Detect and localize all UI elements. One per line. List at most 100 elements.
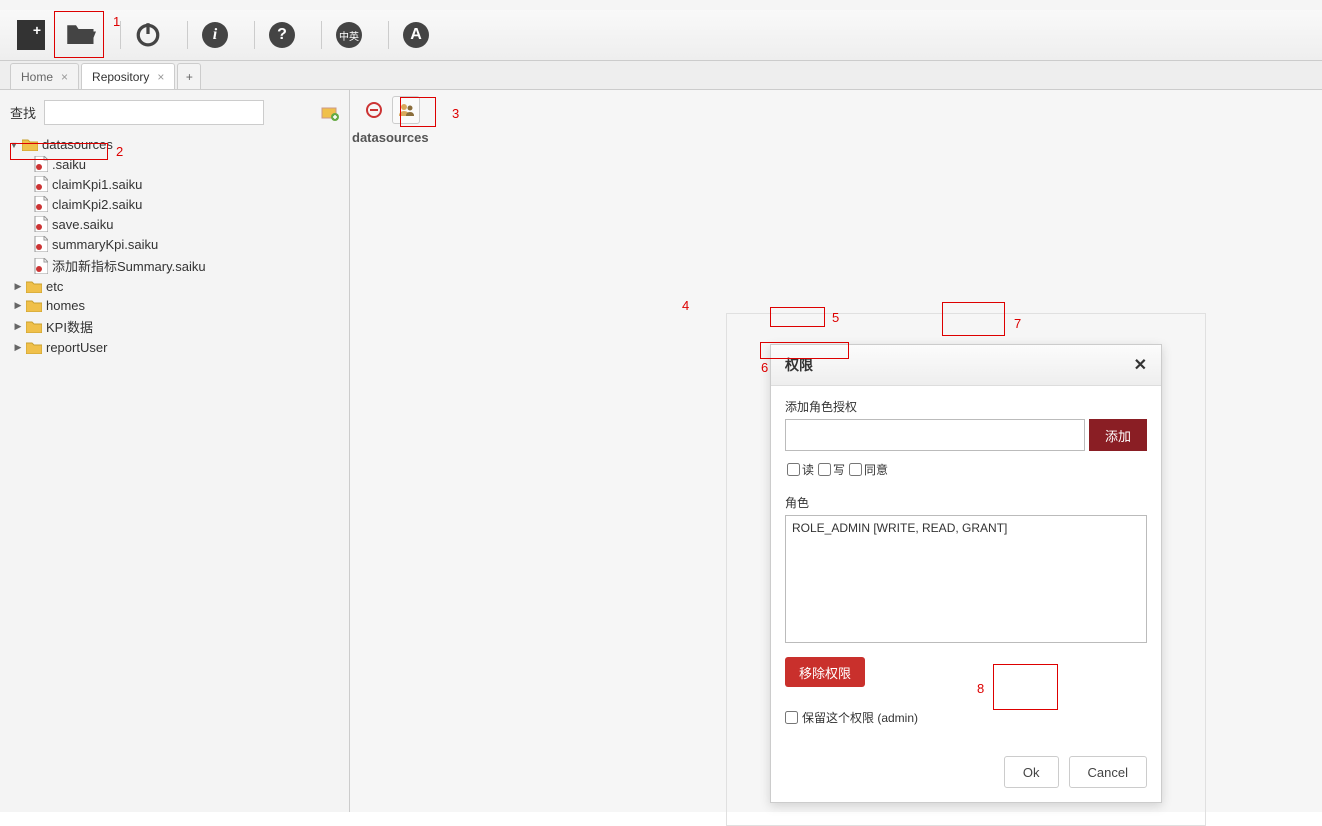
tree-label: reportUser	[46, 340, 107, 355]
role-input[interactable]	[785, 419, 1085, 451]
toolbar-separator	[120, 21, 121, 49]
tree-folder[interactable]: ▶ KPI数据	[4, 315, 345, 338]
language-button[interactable]: 中英	[330, 16, 368, 54]
file-icon	[34, 156, 48, 172]
open-folder-icon	[66, 21, 96, 50]
folder-refresh-icon	[321, 104, 339, 122]
power-icon	[135, 21, 161, 50]
chevron-right-icon: ▶	[12, 342, 24, 354]
language-icon: 中英	[336, 22, 362, 48]
permissions-icon	[397, 101, 415, 119]
dialog-footer: Ok Cancel	[771, 738, 1161, 802]
delete-icon	[365, 101, 383, 119]
admin-icon: A	[403, 22, 429, 48]
add-button[interactable]: 添加	[1089, 419, 1147, 451]
file-tree: ▼ datasources .saiku claimKpi1.saiku claim…	[0, 135, 349, 367]
plus-icon: +	[186, 70, 193, 84]
open-button[interactable]	[62, 16, 100, 54]
folder-icon	[26, 280, 42, 293]
add-role-row: 添加	[785, 419, 1147, 451]
file-icon	[34, 258, 48, 274]
close-icon[interactable]: ×	[61, 70, 68, 84]
keep-permission-label: 保留这个权限 (admin)	[802, 709, 918, 726]
add-tab-button[interactable]: +	[177, 63, 201, 89]
help-button[interactable]: ?	[263, 16, 301, 54]
dialog-title: 权限	[785, 355, 813, 375]
delete-button[interactable]	[360, 96, 388, 124]
tab-home[interactable]: Home ×	[10, 63, 79, 89]
write-checkbox-label[interactable]: 写	[818, 461, 845, 478]
tree-folder-datasources[interactable]: ▼ datasources	[4, 135, 345, 154]
tree-label: KPI数据	[46, 317, 93, 336]
tree-label: 添加新指标Summary.saiku	[52, 256, 206, 275]
add-role-label: 添加角色授权	[785, 398, 1147, 415]
tree-folder[interactable]: ▶ reportUser	[4, 338, 345, 357]
content-toolbar	[350, 90, 1322, 130]
folder-icon	[26, 341, 42, 354]
admin-button[interactable]: A	[397, 16, 435, 54]
main-toolbar: i ? 中英 A	[0, 10, 1322, 61]
tree-file[interactable]: save.saiku	[30, 214, 345, 234]
logout-button[interactable]	[129, 16, 167, 54]
tree-label: homes	[46, 298, 85, 313]
tree-file[interactable]: 添加新指标Summary.saiku	[30, 254, 345, 277]
tree-file[interactable]: summaryKpi.saiku	[30, 234, 345, 254]
agree-checkbox[interactable]	[849, 463, 862, 476]
new-document-icon	[17, 20, 45, 50]
cancel-button[interactable]: Cancel	[1069, 756, 1147, 788]
tree-label: claimKpi1.saiku	[52, 177, 142, 192]
tree-file[interactable]: claimKpi2.saiku	[30, 194, 345, 214]
dialog-body: 添加角色授权 添加 读 写 同意 角色 ROLE_ADMIN [WRITE, R…	[771, 386, 1161, 738]
roles-listbox[interactable]: ROLE_ADMIN [WRITE, READ, GRANT]	[785, 515, 1147, 643]
permissions-button[interactable]	[392, 96, 420, 124]
tree-folder[interactable]: ▶ homes	[4, 296, 345, 315]
write-checkbox[interactable]	[818, 463, 831, 476]
roles-label: 角色	[785, 494, 1147, 511]
chevron-right-icon: ▶	[12, 321, 24, 333]
toolbar-separator	[254, 21, 255, 49]
chevron-down-icon: ▼	[8, 139, 20, 151]
tab-repository[interactable]: Repository ×	[81, 63, 175, 89]
tab-label: Repository	[92, 70, 149, 84]
dialog-header: 权限 ✕	[771, 345, 1161, 386]
tree-label: .saiku	[52, 157, 86, 172]
main-area: 查找 ▼ datasources .saiku claimKpi1.saiku cl…	[0, 90, 1322, 812]
close-icon[interactable]: ×	[157, 70, 164, 84]
file-icon	[34, 236, 48, 252]
toolbar-separator	[321, 21, 322, 49]
content-area: datasources 权限 ✕ 添加角色授权 添加 读 写	[350, 90, 1322, 812]
ok-button[interactable]: Ok	[1004, 756, 1059, 788]
new-button[interactable]	[12, 16, 50, 54]
file-icon	[34, 176, 48, 192]
tree-file[interactable]: .saiku	[30, 154, 345, 174]
remove-permission-button[interactable]: 移除权限	[785, 657, 865, 687]
search-label: 查找	[10, 103, 36, 122]
permissions-checkbox-row: 读 写 同意	[785, 459, 1147, 480]
tree-label: etc	[46, 279, 63, 294]
tree-folders: ▶ etc ▶ homes ▶ KPI数据 ▶ reportUser	[4, 277, 345, 357]
search-row: 查找	[0, 90, 349, 135]
search-input[interactable]	[44, 100, 264, 125]
tree-folder[interactable]: ▶ etc	[4, 277, 345, 296]
tree-label: claimKpi2.saiku	[52, 197, 142, 212]
close-icon[interactable]: ✕	[1134, 355, 1147, 375]
keep-permission-checkbox[interactable]	[785, 711, 798, 724]
toolbar-separator	[388, 21, 389, 49]
agree-checkbox-label[interactable]: 同意	[849, 461, 888, 478]
read-checkbox[interactable]	[787, 463, 800, 476]
role-item[interactable]: ROLE_ADMIN [WRITE, READ, GRANT]	[790, 520, 1142, 536]
permissions-dialog: 权限 ✕ 添加角色授权 添加 读 写 同意 角色	[770, 344, 1162, 803]
folder-icon	[22, 138, 38, 151]
sidebar: 查找 ▼ datasources .saiku claimKpi1.saiku cl…	[0, 90, 350, 812]
refresh-button[interactable]	[321, 104, 339, 122]
info-button[interactable]: i	[196, 16, 234, 54]
tree-children: .saiku claimKpi1.saiku claimKpi2.saiku save…	[4, 154, 345, 277]
chevron-right-icon: ▶	[12, 281, 24, 293]
chevron-right-icon: ▶	[12, 300, 24, 312]
read-checkbox-label[interactable]: 读	[787, 461, 814, 478]
info-icon: i	[202, 22, 228, 48]
tree-file[interactable]: claimKpi1.saiku	[30, 174, 345, 194]
file-icon	[34, 196, 48, 212]
help-icon: ?	[269, 22, 295, 48]
dialog-annotation-wrapper: 权限 ✕ 添加角色授权 添加 读 写 同意 角色	[726, 313, 1206, 826]
